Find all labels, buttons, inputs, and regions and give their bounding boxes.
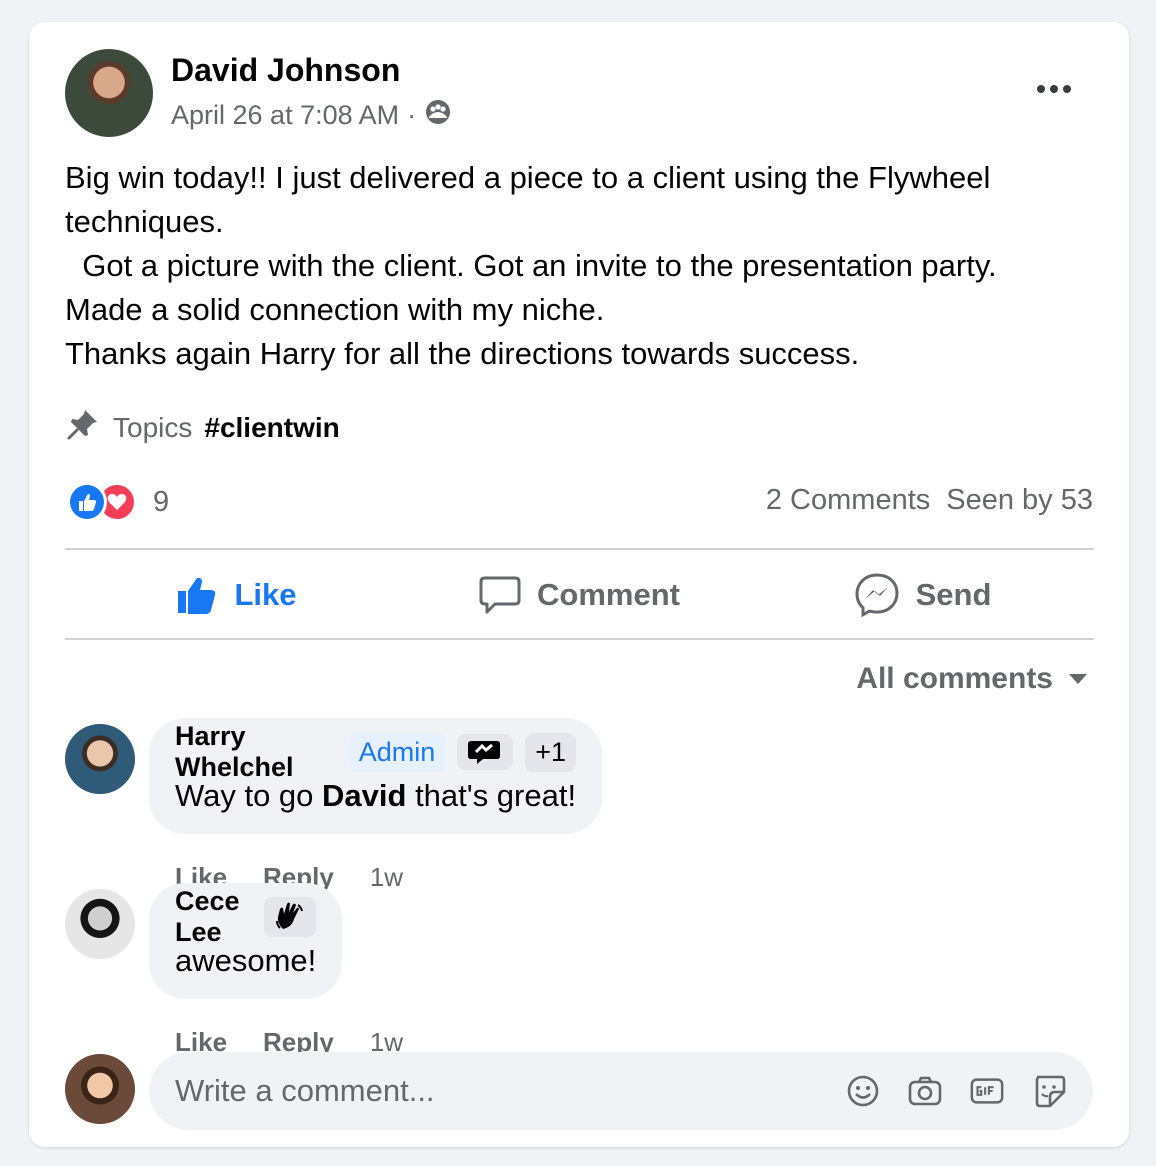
- camera-icon[interactable]: [907, 1073, 943, 1109]
- seen-by[interactable]: Seen by 53: [946, 484, 1093, 517]
- like-label: Like: [234, 577, 297, 612]
- more-options-button[interactable]: [1029, 74, 1079, 104]
- post-line: Made a solid connection with my niche.: [65, 292, 605, 327]
- comment-bubble: Cece Lee awesome!: [149, 883, 343, 999]
- author-avatar[interactable]: [65, 49, 153, 137]
- commenter-avatar[interactable]: [65, 889, 135, 959]
- post-stats: 2 Comments Seen by 53: [766, 484, 1093, 517]
- waving-hand-icon: [276, 902, 304, 929]
- send-label: Send: [915, 577, 992, 612]
- sticker-icon[interactable]: [1031, 1073, 1067, 1109]
- thumbs-up-icon: [178, 577, 216, 614]
- divider: [65, 638, 1094, 640]
- post-meta: April 26 at 7:08 AM ·: [171, 98, 452, 133]
- comment-filter-label: All comments: [856, 662, 1053, 695]
- comment-text: awesome!: [175, 943, 317, 978]
- comment-input[interactable]: [175, 1073, 845, 1109]
- comment-label: Comment: [537, 577, 680, 612]
- new-member-badge[interactable]: [264, 897, 317, 937]
- send-button[interactable]: Send: [751, 552, 1094, 638]
- caret-down-icon: [1069, 674, 1087, 684]
- composer-tools: [845, 1073, 1067, 1109]
- post-timestamp[interactable]: April 26 at 7:08 AM: [171, 100, 399, 131]
- comment-button[interactable]: Comment: [408, 552, 751, 638]
- reaction-count: 9: [153, 485, 170, 518]
- mention-name[interactable]: David: [322, 778, 406, 813]
- comment-filter-dropdown[interactable]: All comments: [856, 662, 1089, 696]
- comments-count[interactable]: 2 Comments: [766, 484, 930, 517]
- comment-icon: [479, 576, 521, 614]
- conversation-starter-badge[interactable]: [457, 734, 514, 770]
- divider: [65, 548, 1094, 550]
- extra-badges-count[interactable]: +1: [525, 732, 577, 772]
- current-user-avatar[interactable]: [65, 1054, 135, 1124]
- reaction-summary[interactable]: 9: [67, 482, 169, 522]
- post-line: techniques.: [65, 204, 224, 239]
- comment-bubble: Harry Whelchel Admin +1 Way to go David …: [149, 718, 603, 834]
- comment-text: Way to go David that's great!: [175, 774, 576, 818]
- post-line: Big win today!! I just delivered a piece…: [65, 160, 991, 195]
- comment-text-part: Way to go: [175, 778, 323, 813]
- like-reaction-icon: [67, 482, 107, 522]
- admin-badge[interactable]: Admin: [348, 732, 446, 772]
- gif-icon[interactable]: [969, 1073, 1005, 1109]
- messenger-icon: [855, 573, 899, 618]
- post-text: Big win today!! I just delivered a piece…: [65, 156, 1105, 376]
- pin-icon: [65, 406, 101, 449]
- topics-label: Topics: [113, 411, 193, 443]
- commenter-avatar[interactable]: [65, 724, 135, 794]
- post-line: Thanks again Harry for all the direction…: [65, 336, 860, 371]
- like-button[interactable]: Like: [65, 552, 408, 638]
- emoji-icon[interactable]: [845, 1073, 881, 1109]
- comment-time[interactable]: 1w: [370, 862, 403, 893]
- post-card: David Johnson April 26 at 7:08 AM · Big …: [29, 22, 1129, 1147]
- meta-separator: ·: [407, 100, 417, 130]
- comment-input-box[interactable]: [149, 1052, 1093, 1130]
- post-actions: Like Comment Send: [65, 552, 1094, 638]
- topics-row: Topics #clientwin: [65, 406, 340, 449]
- comment-text-part: that's great!: [406, 778, 577, 813]
- group-icon: [424, 98, 452, 133]
- topic-tag[interactable]: #clientwin: [204, 412, 339, 444]
- author-name[interactable]: David Johnson: [171, 52, 400, 89]
- post-line: Got a picture with the client. Got an in…: [65, 248, 997, 283]
- chat-bubble-icon: [468, 741, 501, 764]
